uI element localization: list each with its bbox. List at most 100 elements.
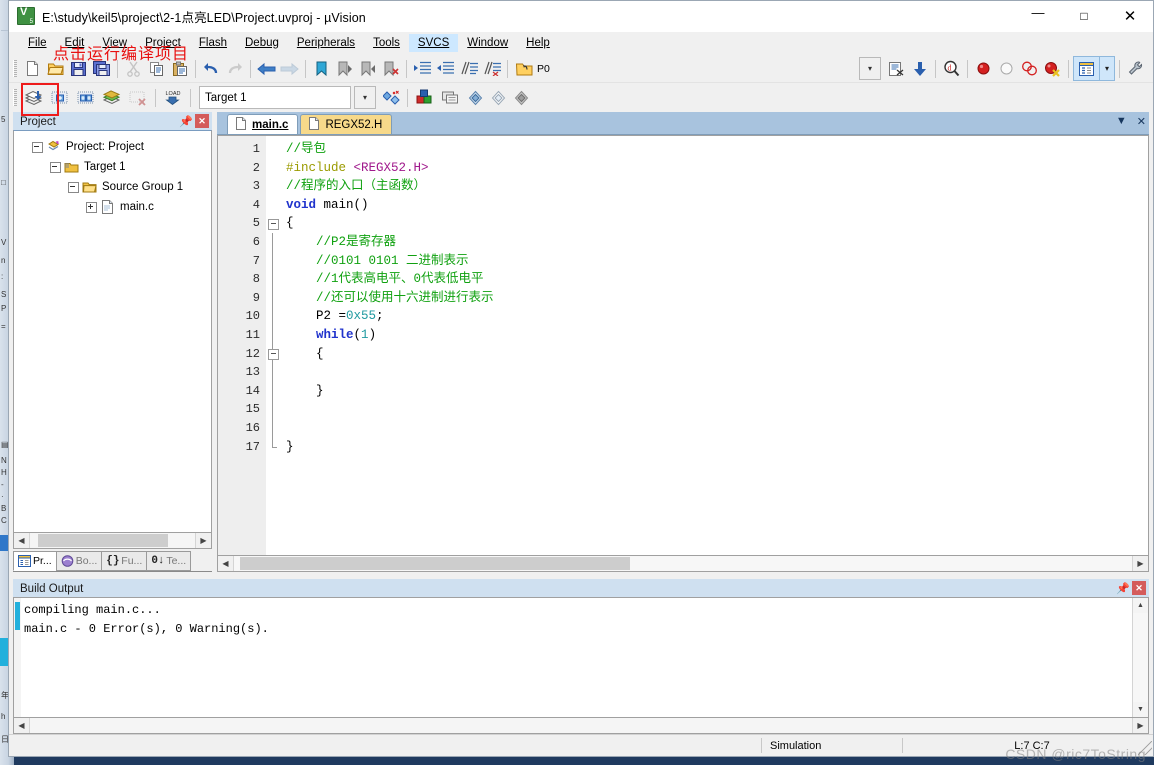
disassembly-icon[interactable] (885, 58, 908, 80)
fold-toggle-icon[interactable] (268, 218, 279, 230)
open-file-icon[interactable] (44, 58, 67, 80)
expander-icon[interactable] (32, 141, 43, 153)
menu-peripherals[interactable]: Peripherals (288, 34, 364, 52)
find-in-files-icon[interactable]: d (940, 58, 963, 80)
expander-icon[interactable] (50, 161, 61, 173)
project-window-dropdown-icon[interactable]: ▾ (1100, 56, 1115, 81)
scroll-track[interactable] (234, 556, 1132, 571)
uncomment-icon[interactable] (480, 58, 503, 80)
redo-icon[interactable] (223, 58, 246, 80)
bookmark-next-icon[interactable] (356, 58, 379, 80)
copy-icon[interactable] (145, 58, 168, 80)
multi-project-icon[interactable] (464, 87, 487, 109)
editor-hscrollbar[interactable]: ◀ ▶ (217, 556, 1149, 572)
editor-tab-regx52-h[interactable]: REGX52.H (300, 114, 393, 134)
bookmark-clear-icon[interactable] (379, 58, 402, 80)
scroll-track[interactable] (30, 718, 1132, 733)
pin-icon[interactable]: 📌 (1116, 581, 1130, 595)
breakpoint-icon[interactable] (972, 58, 995, 80)
expander-icon[interactable] (86, 201, 97, 213)
outdent-icon[interactable] (434, 58, 457, 80)
code-text[interactable]: //导包 #include <REGX52.H> //程序的入口（主函数） vo… (282, 136, 1148, 555)
download-load-button[interactable]: LOAD (160, 87, 186, 109)
stop-build-button[interactable] (125, 87, 151, 109)
menu-help[interactable]: Help (517, 34, 559, 52)
scroll-right-icon[interactable]: ▶ (1132, 718, 1148, 733)
manage-components-icon[interactable] (380, 87, 403, 109)
menu-tools[interactable]: Tools (364, 34, 409, 52)
pin-icon[interactable]: 📌 (179, 114, 193, 128)
pack-installer-icon[interactable] (438, 87, 464, 109)
download-icon[interactable] (908, 58, 931, 80)
paste-icon[interactable] (168, 58, 191, 80)
tree-node-source-group[interactable]: Source Group 1 (14, 177, 211, 197)
menu-debug[interactable]: Debug (236, 34, 288, 52)
new-file-icon[interactable] (21, 58, 44, 80)
project-tree[interactable]: Project: Project Target 1 Source Group 1… (13, 130, 212, 533)
scroll-right-icon[interactable]: ▶ (195, 533, 211, 548)
open-config-icon[interactable] (512, 58, 535, 80)
scroll-thumb[interactable] (38, 534, 168, 547)
build-vscrollbar[interactable]: ▲ ▼ (1132, 598, 1148, 717)
translate-button[interactable] (99, 87, 125, 109)
save-all-icon[interactable] (90, 58, 113, 80)
breakpoint-disable-icon[interactable] (995, 58, 1018, 80)
scroll-left-icon[interactable]: ◀ (218, 556, 234, 571)
build-button[interactable] (21, 87, 47, 109)
batch-build-button[interactable] (73, 87, 99, 109)
select-target-icon[interactable] (487, 87, 510, 109)
maximize-button[interactable]: □ (1061, 1, 1107, 31)
scroll-right-icon[interactable]: ▶ (1132, 556, 1148, 571)
navigate-back-icon[interactable] (255, 58, 278, 80)
menu-view[interactable]: View (93, 34, 136, 52)
cut-icon[interactable] (122, 58, 145, 80)
save-icon[interactable] (67, 58, 90, 80)
scroll-down-icon[interactable]: ▼ (1133, 702, 1148, 717)
menu-edit[interactable]: Edit (56, 34, 94, 52)
menu-window[interactable]: Window (458, 34, 517, 52)
bookmark-toggle-icon[interactable] (310, 58, 333, 80)
minimize-button[interactable]: — (1015, 1, 1061, 31)
code-editor[interactable]: 1 2 3 4 5 6 7 8 9 10 11 12 13 14 15 16 1… (217, 135, 1149, 556)
configure-icon[interactable] (1124, 58, 1147, 80)
scroll-track[interactable] (30, 533, 195, 548)
rebuild-button[interactable] (47, 87, 73, 109)
toolbar-grip[interactable] (13, 60, 17, 77)
menu-project[interactable]: Project (136, 34, 190, 52)
menu-svcs[interactable]: SVCS (408, 34, 459, 52)
bookmark-prev-icon[interactable] (333, 58, 356, 80)
close-icon[interactable]: ✕ (1137, 115, 1146, 128)
breakpoint-kill-all-icon[interactable] (1041, 58, 1064, 80)
close-icon[interactable]: ✕ (195, 114, 209, 128)
chevron-down-icon[interactable]: ▼ (1116, 115, 1127, 128)
indent-icon[interactable] (411, 58, 434, 80)
close-icon[interactable]: ✕ (1132, 581, 1146, 595)
menu-file[interactable]: File (19, 34, 56, 52)
target-options-icon[interactable]: ▾ (354, 86, 376, 109)
manage-run-env-icon[interactable] (412, 87, 438, 109)
scroll-left-icon[interactable]: ◀ (14, 718, 30, 733)
navigate-forward-icon[interactable] (278, 58, 301, 80)
scroll-left-icon[interactable]: ◀ (14, 533, 30, 548)
build-hscrollbar[interactable]: ◀ ▶ (13, 718, 1149, 734)
close-button[interactable]: ✕ (1107, 1, 1153, 31)
project-window-icon[interactable] (1073, 56, 1100, 81)
tab-functions[interactable]: {} Fu... (101, 551, 148, 571)
target-select[interactable]: Target 1 (199, 86, 351, 109)
tree-node-target[interactable]: Target 1 (14, 157, 211, 177)
editor-tab-main-c[interactable]: main.c (227, 114, 299, 134)
scroll-up-icon[interactable]: ▲ (1133, 598, 1148, 613)
comment-icon[interactable] (457, 58, 480, 80)
tree-node-project[interactable]: Project: Project (14, 137, 211, 157)
tab-project[interactable]: Pr... (13, 551, 57, 571)
fold-column[interactable] (266, 136, 282, 555)
scroll-track[interactable] (1133, 613, 1148, 702)
toolbar-grip[interactable] (13, 89, 17, 106)
tab-templates[interactable]: 0↓ Te... (146, 551, 192, 571)
tree-node-main-c[interactable]: main.c (14, 197, 211, 217)
tab-books[interactable]: Bo... (55, 551, 103, 571)
project-hscrollbar[interactable]: ◀ ▶ (13, 533, 212, 549)
scroll-thumb[interactable] (240, 557, 630, 570)
menu-flash[interactable]: Flash (190, 34, 236, 52)
multi-project-alt-icon[interactable] (510, 87, 533, 109)
